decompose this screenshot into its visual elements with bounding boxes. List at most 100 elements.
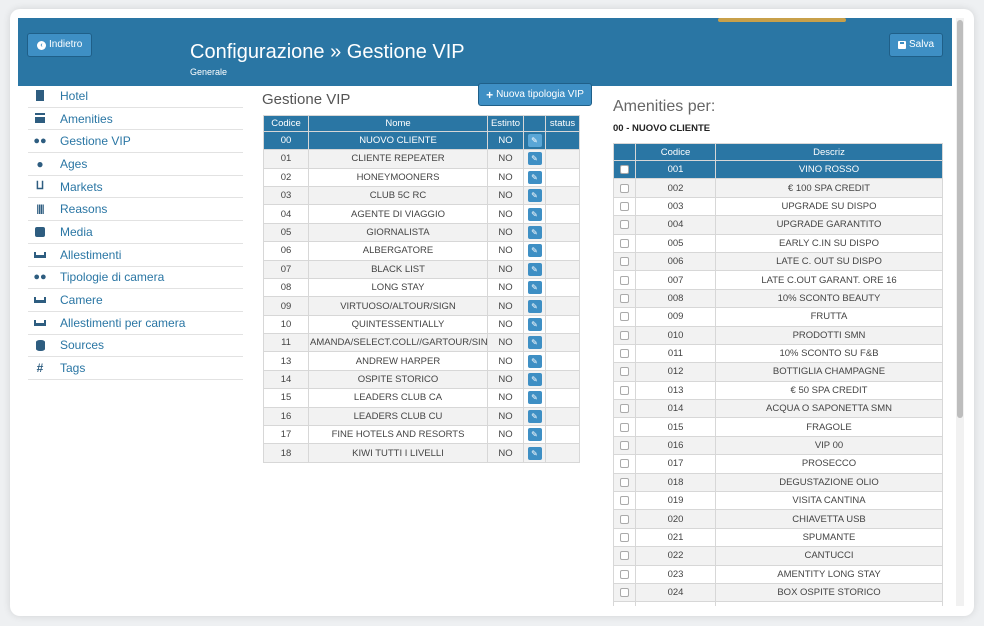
amenity-row[interactable]: 006 LATE C. OUT SU DISPO xyxy=(613,251,943,272)
page-scrollbar[interactable] xyxy=(956,18,964,606)
amenity-checkbox[interactable] xyxy=(620,238,629,248)
amenity-checkbox[interactable] xyxy=(620,330,629,340)
amenity-checkbox[interactable] xyxy=(620,349,629,359)
amenity-code-cell: 014 xyxy=(635,399,716,419)
amenity-checkbox[interactable] xyxy=(620,477,629,487)
amenity-desc-cell: CHIAVETTA USB xyxy=(715,509,943,529)
amenity-code-cell: 024 xyxy=(635,582,716,603)
amenity-row[interactable]: 004 UPGRADE GARANTITO xyxy=(613,215,943,235)
col-amenity-codice[interactable]: Codice xyxy=(635,143,716,161)
amenity-desc-cell: CANTUCCI xyxy=(715,546,943,566)
amenities-viewport: Codice Descriz 001 VINO ROSSO 002 € 100 SPA… xyxy=(10,9,974,606)
amenity-checkbox[interactable] xyxy=(620,257,629,267)
amenity-desc-cell: UPGRADE GARANTITO xyxy=(715,215,943,235)
amenity-code-cell xyxy=(635,601,716,606)
amenity-row[interactable]: 002 € 100 SPA CREDIT xyxy=(613,178,943,198)
amenity-row[interactable]: 021 SPUMANTE xyxy=(613,527,943,548)
amenity-row[interactable]: 001 VINO ROSSO xyxy=(613,159,943,180)
amenity-select-cell xyxy=(613,233,636,253)
amenity-code-cell: 018 xyxy=(635,472,716,493)
amenity-row[interactable]: 012 BOTTIGLIA CHAMPAGNE xyxy=(613,362,943,382)
amenity-row[interactable]: 017 PROSECCO xyxy=(613,454,943,474)
amenities-table-header: Codice Descriz xyxy=(613,143,943,161)
amenity-checkbox[interactable] xyxy=(620,165,629,175)
amenity-checkbox[interactable] xyxy=(620,312,629,322)
amenity-select-cell xyxy=(613,435,636,456)
amenity-desc-cell: DEGUSTAZIONE OLIO xyxy=(715,472,943,493)
amenity-code-cell: 023 xyxy=(635,564,716,584)
amenity-row[interactable]: 015 FRAGOLE xyxy=(613,417,943,437)
amenity-row[interactable]: 023 AMENTITY LONG STAY xyxy=(613,564,943,584)
amenity-checkbox[interactable] xyxy=(620,551,629,561)
amenity-checkbox[interactable] xyxy=(620,459,629,469)
amenity-row[interactable]: 022 CANTUCCI xyxy=(613,546,943,566)
amenity-code-cell: 008 xyxy=(635,288,716,309)
amenity-select-cell xyxy=(613,601,636,606)
amenity-select-cell xyxy=(613,509,636,529)
amenity-desc-cell: BOTTIGLIA CHAMPAGNE xyxy=(715,362,943,382)
amenity-select-cell xyxy=(613,399,636,419)
amenity-checkbox[interactable] xyxy=(620,404,629,414)
amenity-desc-cell: 10% SCONTO SU F&B xyxy=(715,343,943,364)
amenity-code-cell: 001 xyxy=(635,159,716,180)
amenity-row[interactable]: 008 10% SCONTO BEAUTY xyxy=(613,288,943,309)
amenity-row[interactable]: 007 LATE C.OUT GARANT. ORE 16 xyxy=(613,270,943,290)
amenity-row[interactable]: 005 EARLY C.IN SU DISPO xyxy=(613,233,943,253)
amenity-row[interactable]: 018 DEGUSTAZIONE OLIO xyxy=(613,472,943,493)
col-select xyxy=(613,143,636,161)
amenity-checkbox[interactable] xyxy=(620,201,629,211)
amenity-desc-cell: FRAGOLE xyxy=(715,417,943,437)
amenity-code-cell: 002 xyxy=(635,178,716,198)
amenity-select-cell xyxy=(613,491,636,511)
amenity-checkbox[interactable] xyxy=(620,275,629,285)
amenity-select-cell xyxy=(613,546,636,566)
amenity-row[interactable]: 003 UPGRADE SU DISPO xyxy=(613,196,943,217)
amenity-checkbox[interactable] xyxy=(620,422,629,432)
amenity-select-cell xyxy=(613,307,636,327)
amenity-checkbox[interactable] xyxy=(620,220,629,230)
amenity-code-cell: 022 xyxy=(635,546,716,566)
amenity-code-cell: 003 xyxy=(635,196,716,217)
amenity-checkbox[interactable] xyxy=(620,183,629,193)
amenity-code-cell: 013 xyxy=(635,380,716,401)
amenity-checkbox[interactable] xyxy=(620,588,629,598)
amenity-code-cell: 020 xyxy=(635,509,716,529)
amenity-code-cell: 009 xyxy=(635,307,716,327)
amenity-code-cell: 004 xyxy=(635,215,716,235)
amenity-row[interactable]: 010 PRODOTTI SMN xyxy=(613,325,943,345)
amenity-select-cell xyxy=(613,178,636,198)
amenity-checkbox[interactable] xyxy=(620,385,629,395)
amenity-code-cell: 007 xyxy=(635,270,716,290)
amenity-desc-cell: UPGRADE SU DISPO xyxy=(715,196,943,217)
amenity-desc-cell: SPUMANTE xyxy=(715,527,943,548)
amenity-row[interactable]: 019 VISITA CANTINA xyxy=(613,491,943,511)
amenity-select-cell xyxy=(613,454,636,474)
amenity-checkbox[interactable] xyxy=(620,569,629,579)
amenity-select-cell xyxy=(613,362,636,382)
amenity-row[interactable]: 009 FRUTTA xyxy=(613,307,943,327)
amenity-code-cell: 010 xyxy=(635,325,716,345)
scrollbar-thumb[interactable] xyxy=(957,20,963,418)
amenity-checkbox[interactable] xyxy=(620,514,629,524)
amenity-checkbox[interactable] xyxy=(620,532,629,542)
amenity-checkbox[interactable] xyxy=(620,441,629,451)
amenity-desc-cell: AMENTITY LONG STAY xyxy=(715,564,943,584)
amenity-code-cell: 017 xyxy=(635,454,716,474)
amenity-checkbox[interactable] xyxy=(620,293,629,303)
app-window: ‹ Indietro Configurazione » Gestione VIP… xyxy=(10,9,974,616)
amenity-desc-cell xyxy=(715,601,943,606)
amenity-select-cell xyxy=(613,270,636,290)
amenity-code-cell: 012 xyxy=(635,362,716,382)
amenity-row[interactable]: 016 VIP 00 xyxy=(613,435,943,456)
amenity-row[interactable] xyxy=(613,601,943,606)
amenity-desc-cell: PRODOTTI SMN xyxy=(715,325,943,345)
amenity-checkbox[interactable] xyxy=(620,367,629,377)
amenity-checkbox[interactable] xyxy=(620,496,629,506)
amenity-row[interactable]: 013 € 50 SPA CREDIT xyxy=(613,380,943,401)
amenity-row[interactable]: 020 CHIAVETTA USB xyxy=(613,509,943,529)
amenity-row[interactable]: 011 10% SCONTO SU F&B xyxy=(613,343,943,364)
col-amenity-descriz[interactable]: Descriz xyxy=(715,143,943,161)
amenity-row[interactable]: 014 ACQUA O SAPONETTA SMN xyxy=(613,399,943,419)
amenity-row[interactable]: 024 BOX OSPITE STORICO xyxy=(613,582,943,603)
amenity-select-cell xyxy=(613,527,636,548)
